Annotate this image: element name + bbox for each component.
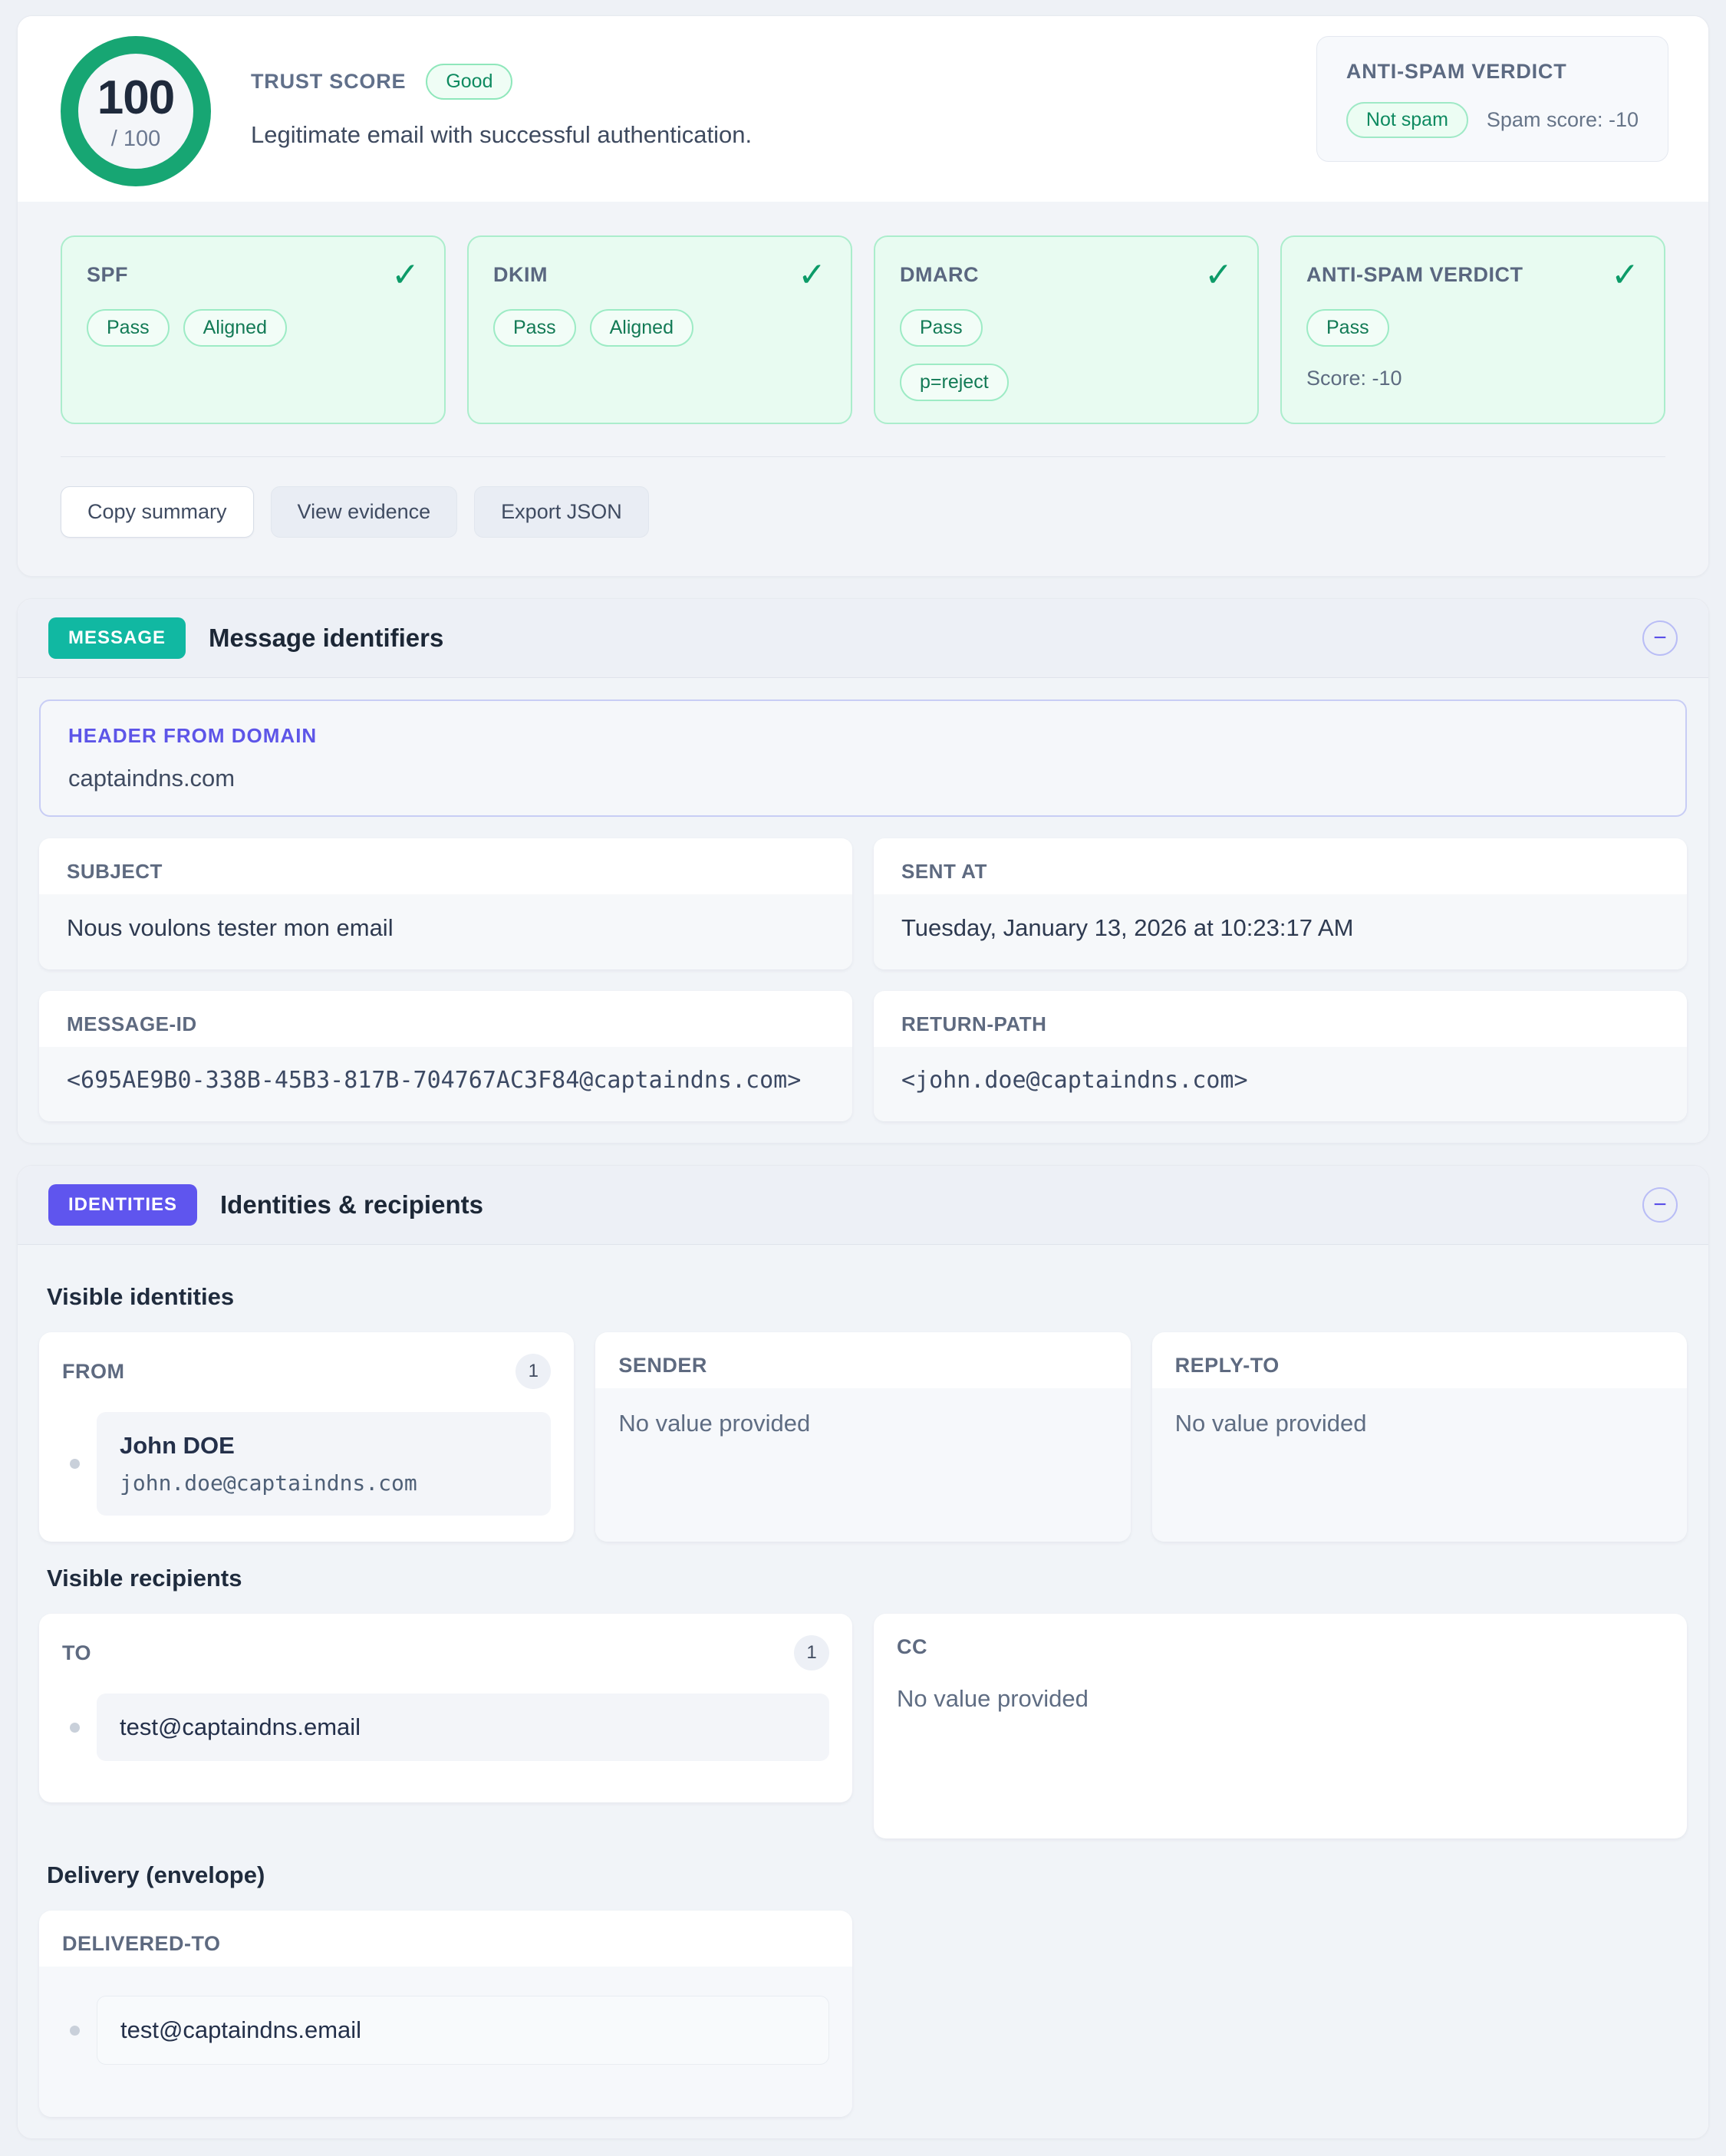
bullet-icon: [70, 2026, 80, 2036]
from-entry: John DOE john.doe@captaindns.com: [62, 1412, 551, 1516]
summary-header: 100 / 100 TRUST SCORE Good Legitimate em…: [18, 16, 1708, 202]
field-value: <john.doe@captaindns.com>: [901, 1067, 1659, 1094]
delivered-to-label: DELIVERED-TO: [39, 1911, 852, 1967]
antispam-verdict-title: ANTI-SPAM VERDICT: [1346, 60, 1639, 84]
not-spam-badge: Not spam: [1346, 102, 1468, 138]
bullet-icon: [70, 1459, 80, 1469]
field-label: SUBJECT: [39, 838, 852, 894]
check-pass-icon: ✓: [1611, 258, 1639, 292]
identities-section: IDENTITIES Identities & recipients − Vis…: [17, 1165, 1709, 2139]
check-pass-icon: ✓: [798, 258, 826, 292]
from-display-name: John DOE: [120, 1432, 528, 1460]
check-card-dkim: DKIM ✓ Pass Aligned: [467, 235, 852, 424]
sender-empty-value: No value provided: [618, 1410, 1107, 1437]
message-section-badge: MESSAGE: [48, 617, 186, 659]
page: 100 / 100 TRUST SCORE Good Legitimate em…: [0, 0, 1726, 2156]
from-label: FROM: [62, 1360, 124, 1384]
trust-summary: TRUST SCORE Good Legitimate email with s…: [251, 36, 752, 149]
spam-score-text: Spam score: -10: [1487, 108, 1639, 132]
field-value: <695AE9B0-338B-45B3-817B-704767AC3F84@ca…: [67, 1067, 825, 1094]
field-value: captaindns.com: [68, 765, 1658, 792]
message-identifiers-section: MESSAGE Message identifiers − HEADER FRO…: [17, 598, 1709, 1144]
minus-icon: −: [1653, 625, 1667, 650]
cc-card: CC No value provided: [874, 1614, 1687, 1838]
check-pass-icon: ✓: [1204, 258, 1233, 292]
collapse-message-section-button[interactable]: −: [1642, 620, 1678, 656]
from-email: john.doe@captaindns.com: [120, 1470, 528, 1496]
trust-score-max: / 100: [111, 127, 161, 152]
delivered-to-card: DELIVERED-TO test@captaindns.email: [39, 1911, 852, 2117]
summary-actions: Copy summary View evidence Export JSON: [61, 457, 1665, 576]
check-name: DMARC: [900, 258, 979, 287]
status-pill: Pass: [900, 309, 983, 347]
from-count-badge: 1: [515, 1354, 551, 1389]
trust-grade-badge: Good: [426, 64, 512, 100]
status-pill: Pass: [493, 309, 576, 347]
field-label: MESSAGE-ID: [39, 991, 852, 1047]
field-label: HEADER FROM DOMAIN: [68, 724, 1658, 748]
sent-at-field: SENT AT Tuesday, January 13, 2026 at 10:…: [874, 838, 1687, 969]
message-section-body: HEADER FROM DOMAIN captaindns.com SUBJEC…: [18, 678, 1708, 1143]
status-pill: Aligned: [590, 309, 693, 347]
view-evidence-button[interactable]: View evidence: [271, 486, 458, 538]
status-pill: p=reject: [900, 364, 1009, 401]
antispam-score-note: Score: -10: [1306, 367, 1639, 390]
reply-to-label: REPLY-TO: [1152, 1332, 1687, 1388]
field-value: Nous voulons tester mon email: [67, 914, 825, 942]
identities-section-header: IDENTITIES Identities & recipients −: [18, 1166, 1708, 1245]
field-label: SENT AT: [874, 838, 1687, 894]
to-label: TO: [62, 1641, 91, 1665]
message-section-header: MESSAGE Message identifiers −: [18, 599, 1708, 678]
identities-section-badge: IDENTITIES: [48, 1184, 197, 1226]
trust-description: Legitimate email with successful authent…: [251, 121, 752, 149]
sender-label: SENDER: [595, 1332, 1130, 1388]
field-value: Tuesday, January 13, 2026 at 10:23:17 AM: [901, 914, 1659, 942]
minus-icon: −: [1653, 1192, 1667, 1217]
bullet-icon: [70, 1723, 80, 1733]
trust-score-label: TRUST SCORE: [251, 70, 406, 94]
cc-label: CC: [897, 1635, 927, 1659]
header-from-domain-field: HEADER FROM DOMAIN captaindns.com: [39, 699, 1687, 817]
status-pill: Aligned: [183, 309, 287, 347]
check-name: ANTI-SPAM VERDICT: [1306, 258, 1523, 287]
reply-to-empty-value: No value provided: [1175, 1410, 1664, 1437]
delivered-to-entry: test@captaindns.email: [62, 1996, 829, 2065]
check-card-antispam: ANTI-SPAM VERDICT ✓ Pass Score: -10: [1280, 235, 1665, 424]
check-name: DKIM: [493, 258, 548, 287]
identities-section-body: Visible identities FROM 1 John DOE john.…: [18, 1245, 1708, 2138]
trust-score-ring: 100 / 100: [61, 36, 211, 186]
reply-to-card: REPLY-TO No value provided: [1152, 1332, 1687, 1542]
delivery-envelope-heading: Delivery (envelope): [47, 1861, 1679, 1889]
to-count-badge: 1: [794, 1635, 829, 1670]
export-json-button[interactable]: Export JSON: [474, 486, 649, 538]
identities-section-title: Identities & recipients: [220, 1190, 483, 1220]
message-section-title: Message identifiers: [209, 624, 443, 653]
field-label: RETURN-PATH: [874, 991, 1687, 1047]
check-name: SPF: [87, 258, 128, 287]
message-id-field: MESSAGE-ID <695AE9B0-338B-45B3-817B-7047…: [39, 991, 852, 1121]
summary-card: 100 / 100 TRUST SCORE Good Legitimate em…: [17, 15, 1709, 577]
check-pass-icon: ✓: [391, 258, 420, 292]
from-card: FROM 1 John DOE john.doe@captaindns.com: [39, 1332, 574, 1542]
trust-score-value: 100: [97, 71, 174, 125]
visible-identities-heading: Visible identities: [47, 1283, 1679, 1311]
visible-recipients-heading: Visible recipients: [47, 1565, 1679, 1592]
sender-card: SENDER No value provided: [595, 1332, 1130, 1542]
status-pill: Pass: [87, 309, 170, 347]
copy-summary-button[interactable]: Copy summary: [61, 486, 254, 538]
summary-checks-panel: SPF ✓ Pass Aligned DKIM ✓ Pass A: [18, 202, 1708, 576]
return-path-field: RETURN-PATH <john.doe@captaindns.com>: [874, 991, 1687, 1121]
antispam-verdict-box: ANTI-SPAM VERDICT Not spam Spam score: -…: [1316, 36, 1668, 162]
status-pill: Pass: [1306, 309, 1389, 347]
collapse-identities-section-button[interactable]: −: [1642, 1187, 1678, 1223]
check-card-dmarc: DMARC ✓ Pass p=reject: [874, 235, 1259, 424]
check-card-spf: SPF ✓ Pass Aligned: [61, 235, 446, 424]
to-email: test@captaindns.email: [120, 1713, 806, 1741]
cc-empty-value: No value provided: [897, 1685, 1664, 1812]
to-entry: test@captaindns.email: [62, 1694, 829, 1761]
subject-field: SUBJECT Nous voulons tester mon email: [39, 838, 852, 969]
to-card: TO 1 test@captaindns.email: [39, 1614, 852, 1802]
delivered-to-email: test@captaindns.email: [120, 2016, 805, 2044]
